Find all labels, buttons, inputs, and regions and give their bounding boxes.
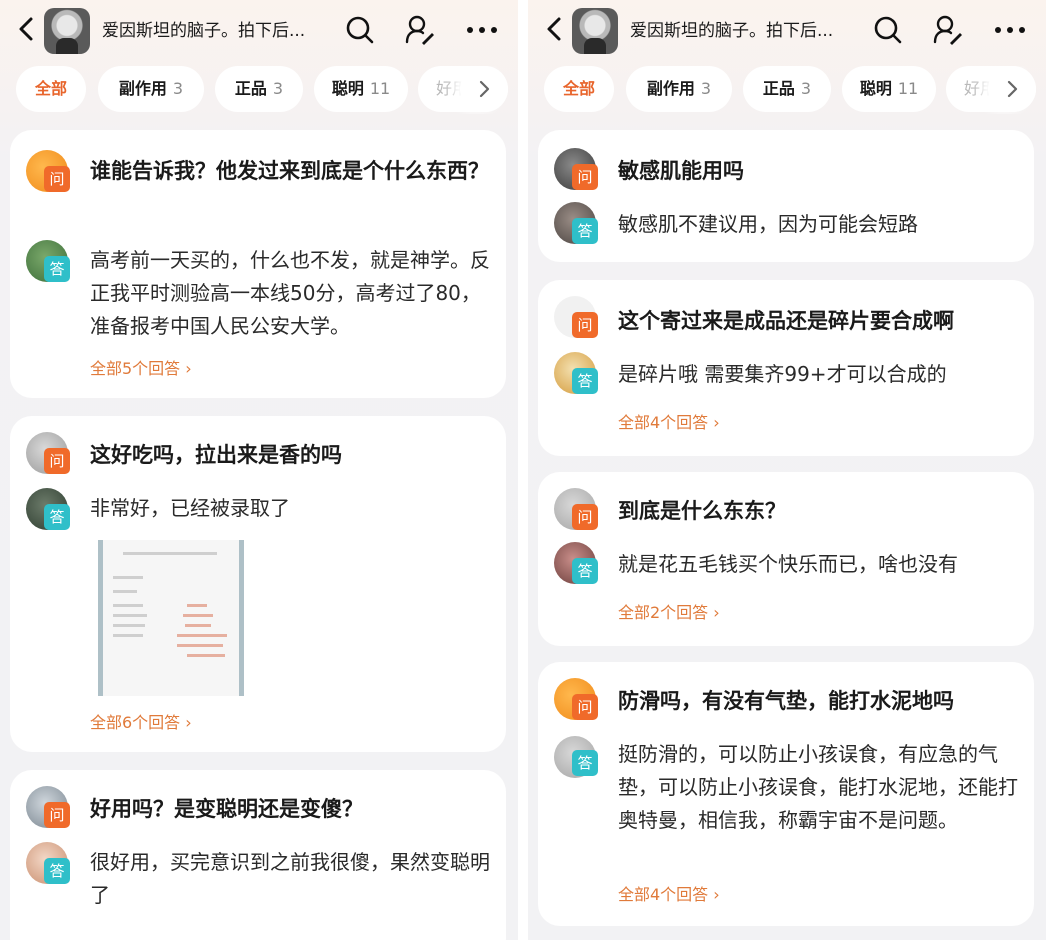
question-badge: 问 [44, 802, 70, 828]
qa-card[interactable]: 问 谁能告诉我？他发过来到底是个什么东西？ 答 高考前一天买的，什么也不发，就是… [10, 130, 506, 398]
chevron-right-icon [479, 80, 490, 98]
tabs-scroll-right[interactable] [460, 66, 508, 112]
tab-label: 聪明 [331, 79, 364, 98]
photo-line [177, 644, 223, 647]
tab-all[interactable]: 全部 [544, 66, 614, 112]
photo-line [113, 590, 137, 593]
tab-count: 3 [272, 79, 284, 98]
answer-text: 就是花五毛钱买个快乐而已，啥也没有 [618, 552, 958, 576]
chevron-right-icon [1007, 80, 1018, 98]
all-answers-link[interactable]: 全部5个回答 › [90, 358, 192, 380]
answer-badge: 答 [44, 256, 70, 282]
photo-line [113, 576, 143, 579]
question-badge: 问 [572, 694, 598, 720]
tab-genuine[interactable]: 正品 3 [743, 66, 831, 112]
answer-photo[interactable] [98, 540, 244, 696]
answer-text: 是碎片哦 需要集齐99+才可以合成的 [618, 362, 947, 386]
photo-line [183, 614, 213, 617]
answer-text: 很好用，买完意识到之前我很傻，果然变聪明了 [90, 850, 490, 907]
photo-line [187, 604, 207, 607]
tab-label: 正品 [234, 79, 267, 98]
tab-label: 副作用 [646, 79, 695, 98]
user-edit-icon[interactable] [932, 14, 964, 46]
all-answers-link[interactable]: 全部6个回答 › [90, 712, 192, 734]
question-badge: 问 [572, 164, 598, 190]
tab-label: 副作用 [118, 79, 167, 98]
answer-badge: 答 [572, 750, 598, 776]
question-text: 敏感肌能用吗 [618, 159, 744, 183]
qa-card[interactable]: 问 到底是什么东东？ 答 就是花五毛钱买个快乐而已，啥也没有 全部2个回答 › [538, 472, 1034, 646]
photo-line [113, 614, 147, 617]
shop-avatar[interactable] [44, 8, 90, 54]
question-badge: 问 [44, 166, 70, 192]
photo-line [113, 604, 143, 607]
tab-smart[interactable]: 聪明 11 [842, 66, 936, 112]
tab-side-effects[interactable]: 副作用 3 [98, 66, 204, 112]
answer-badge: 答 [572, 558, 598, 584]
question-text: 好用吗？是变聪明还是变傻？ [90, 797, 363, 821]
tab-count: 3 [800, 79, 812, 98]
all-answers-link[interactable]: 全部4个回答 › [618, 412, 720, 434]
qa-card[interactable]: 问 好用吗？是变聪明还是变傻？ 答 很好用，买完意识到之前我很傻，果然变聪明了 [10, 770, 506, 940]
qa-panel-right: 爱因斯坦的脑子。拍下后... 全部 副作用 3 正品 3 聪明 11 好用 问 敏感肌… [528, 0, 1046, 940]
tab-label: 全部 [34, 79, 67, 98]
tab-side-effects[interactable]: 副作用 3 [626, 66, 732, 112]
tab-all[interactable]: 全部 [16, 66, 86, 112]
answer-badge: 答 [44, 858, 70, 884]
photo-line [123, 552, 217, 555]
qa-card[interactable]: 问 这个寄过来是成品还是碎片要合成啊 答 是碎片哦 需要集齐99+才可以合成的 … [538, 280, 1034, 456]
qa-card[interactable]: 问 防滑吗，有没有气垫，能打水泥地吗 答 挺防滑的，可以防止小孩误食，有应急的气… [538, 662, 1034, 926]
shop-avatar[interactable] [572, 8, 618, 54]
photo-line [177, 634, 227, 637]
photo-line [113, 634, 143, 637]
tab-count: 3 [700, 79, 712, 98]
all-answers-link[interactable]: 全部4个回答 › [618, 884, 720, 906]
tab-count: 11 [897, 79, 919, 98]
answer-badge: 答 [44, 504, 70, 530]
question-text: 这个寄过来是成品还是碎片要合成啊 [618, 309, 954, 333]
back-icon[interactable] [544, 16, 566, 42]
answer-badge: 答 [572, 218, 598, 244]
tab-label: 正品 [762, 79, 795, 98]
qa-panel-left: 爱因斯坦的脑子。拍下后... 全部 副作用 3 正品 3 聪明 11 好用 问 谁能告… [0, 0, 518, 940]
qa-card[interactable]: 问 这好吃吗，拉出来是香的吗 答 非常好，已经被录取了 全部6个回答 › [10, 416, 506, 752]
tab-count: 3 [172, 79, 184, 98]
qa-card[interactable]: 问 敏感肌能用吗 答 敏感肌不建议用，因为可能会短路 [538, 130, 1034, 262]
question-badge: 问 [44, 448, 70, 474]
tab-genuine[interactable]: 正品 3 [215, 66, 303, 112]
answer-text: 非常好，已经被录取了 [90, 496, 290, 520]
question-text: 这好吃吗，拉出来是香的吗 [90, 443, 342, 467]
question-badge: 问 [572, 504, 598, 530]
top-bar: 爱因斯坦的脑子。拍下后... [0, 0, 518, 62]
answer-badge: 答 [572, 368, 598, 394]
more-icon[interactable] [990, 14, 1030, 46]
top-bar: 爱因斯坦的脑子。拍下后... [528, 0, 1046, 62]
shop-title: 爱因斯坦的脑子。拍下后... [630, 21, 834, 41]
answer-text: 敏感肌不建议用，因为可能会短路 [618, 212, 918, 236]
answer-text: 高考前一天买的，什么也不发，就是神学。反正我平时测验高一本线50分，高考过了80… [90, 248, 490, 338]
tab-label: 聪明 [859, 79, 892, 98]
shop-title: 爱因斯坦的脑子。拍下后... [102, 21, 306, 41]
question-badge: 问 [572, 312, 598, 338]
photo-line [113, 624, 145, 627]
filter-tabs: 全部 副作用 3 正品 3 聪明 11 好用 [16, 66, 512, 114]
tab-count: 11 [369, 79, 391, 98]
more-icon[interactable] [462, 14, 502, 46]
tabs-scroll-right[interactable] [988, 66, 1036, 112]
all-answers-link[interactable]: 全部2个回答 › [618, 602, 720, 624]
photo-line [185, 624, 211, 627]
search-icon[interactable] [344, 14, 376, 46]
question-text: 到底是什么东东？ [618, 499, 786, 523]
search-icon[interactable] [872, 14, 904, 46]
answer-text: 挺防滑的，可以防止小孩误食，有应急的气垫，可以防止小孩误食，能打水泥地，还能打奥… [618, 742, 1018, 832]
photo-line [187, 654, 225, 657]
question-text: 防滑吗，有没有气垫，能打水泥地吗 [618, 689, 954, 713]
tab-smart[interactable]: 聪明 11 [314, 66, 408, 112]
filter-tabs: 全部 副作用 3 正品 3 聪明 11 好用 [544, 66, 1040, 114]
back-icon[interactable] [16, 16, 38, 42]
tab-label: 全部 [562, 79, 595, 98]
question-text: 谁能告诉我？他发过来到底是个什么东西？ [90, 159, 489, 183]
user-edit-icon[interactable] [404, 14, 436, 46]
